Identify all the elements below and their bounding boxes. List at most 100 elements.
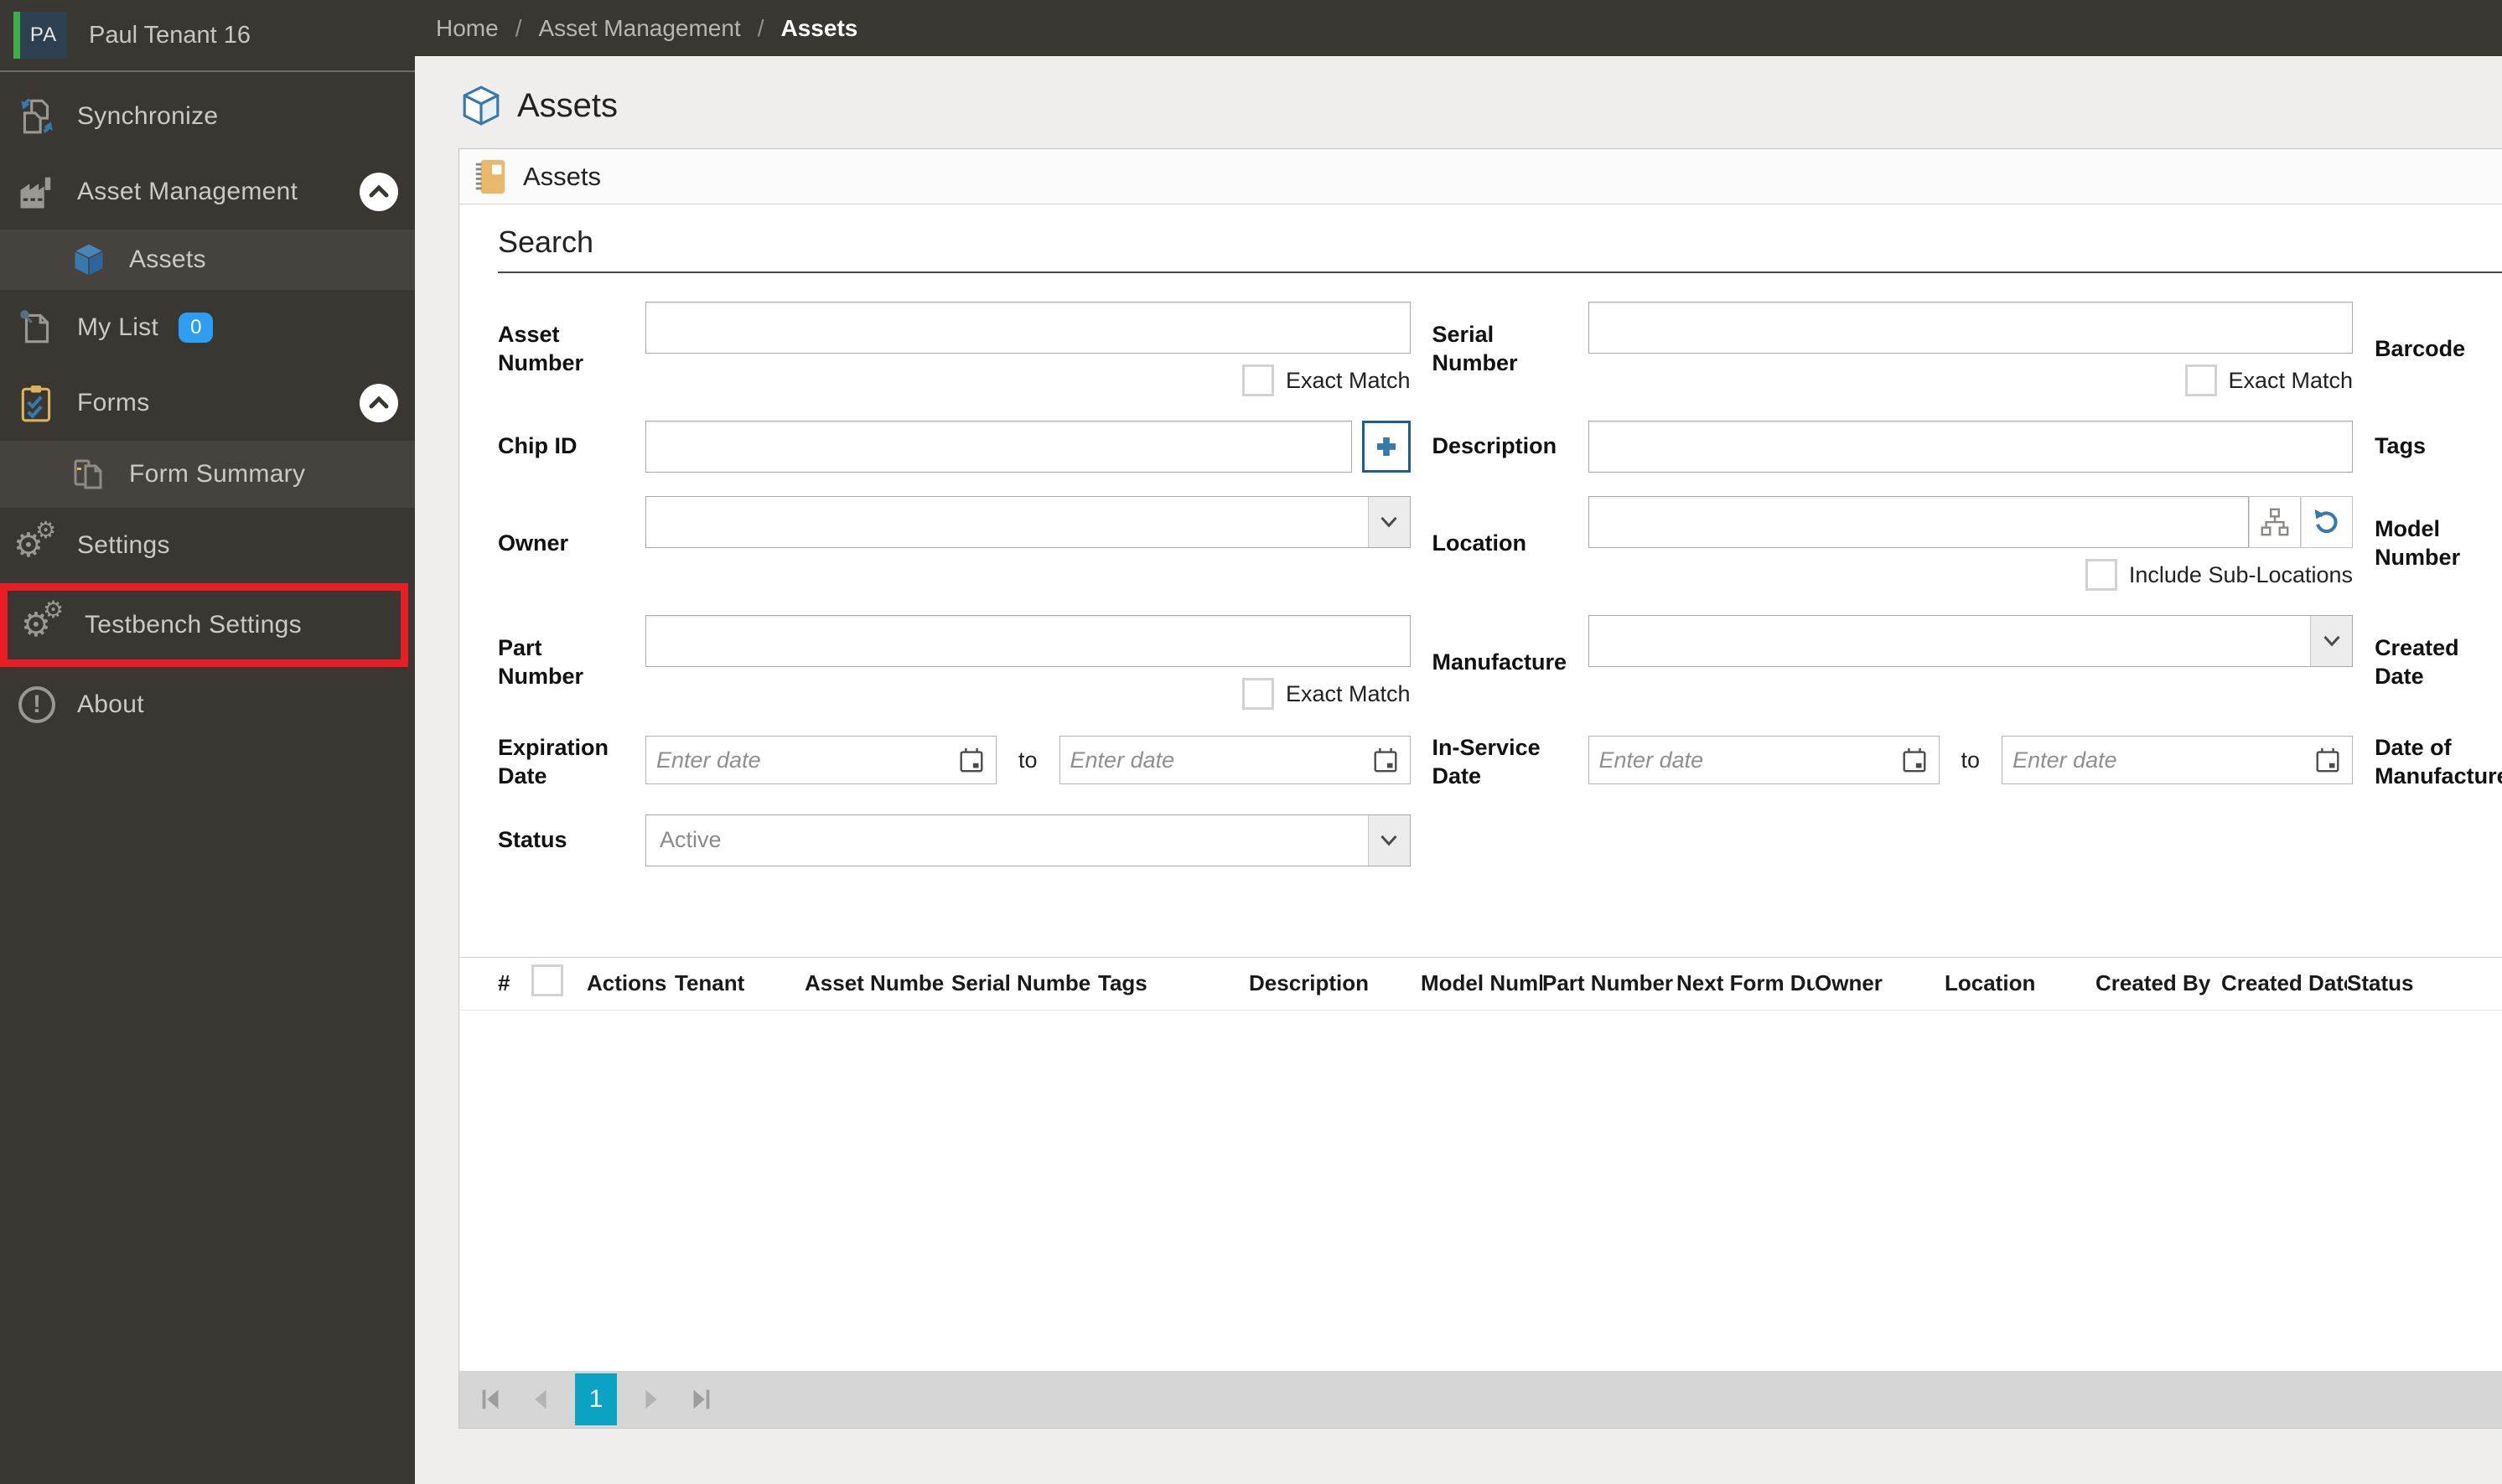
in-service-date-to-field[interactable]	[2002, 736, 2354, 784]
column-header[interactable]: Location	[1945, 970, 2095, 996]
include-sub-locations-label: Include Sub-Locations	[2128, 561, 2354, 587]
calendar-icon[interactable]	[1900, 746, 1929, 774]
serial-number-label: Serial Number	[1432, 322, 1518, 375]
location-label: Location	[1432, 530, 1527, 556]
barcode-label: Barcode	[2375, 336, 2466, 362]
column-header[interactable]: Model Numb	[1421, 970, 1542, 996]
about-icon: !	[15, 683, 59, 726]
search-heading: Search	[498, 225, 2502, 273]
plus-icon	[1376, 437, 1396, 457]
serial-number-exact-match-checkbox[interactable]	[2184, 365, 2217, 396]
next-page-button[interactable]	[634, 1383, 667, 1416]
column-header[interactable]: Description	[1249, 970, 1421, 996]
sidebar-item-synchronize[interactable]: Synchronize	[0, 79, 415, 154]
asset-number-input[interactable]	[645, 302, 1411, 354]
column-header[interactable]: Owner	[1815, 970, 1945, 996]
in-service-date-label: In-Service Date	[1432, 735, 1541, 789]
description-input[interactable]	[1588, 421, 2354, 473]
column-header[interactable]: Part Number	[1542, 970, 1676, 996]
index-column-header[interactable]: #	[498, 970, 531, 996]
part-number-label: Part Number	[498, 635, 584, 689]
factory-icon	[15, 170, 59, 214]
column-header[interactable]: Status	[2347, 970, 2502, 996]
column-header[interactable]: Actions	[587, 970, 675, 996]
sidebar-item-my-list[interactable]: My List 0	[0, 290, 415, 365]
expiration-date-from-field[interactable]	[645, 736, 997, 784]
calendar-icon[interactable]	[2313, 746, 2342, 774]
sidebar-item-asset-management[interactable]: Asset Management	[0, 154, 415, 230]
avatar-initials: PA	[29, 23, 58, 46]
asset-number-exact-match-checkbox[interactable]	[1241, 365, 1274, 396]
sidebar-item-assets[interactable]: Assets	[0, 230, 415, 290]
part-number-exact-match-checkbox[interactable]	[1241, 678, 1274, 710]
assets-panel: Assets Search Asset Number Exact Match S…	[458, 148, 2502, 1429]
avatar-status-bar	[13, 12, 20, 59]
manufacturer-select[interactable]	[1588, 615, 2354, 667]
sidebar-item-label: Synchronize	[77, 102, 219, 130]
column-header[interactable]: Next Form Due	[1676, 970, 1815, 996]
calendar-icon[interactable]	[957, 746, 986, 774]
last-page-button[interactable]	[684, 1383, 717, 1416]
chevron-down-icon[interactable]	[2310, 616, 2353, 666]
collapse-chevron-icon[interactable]	[360, 384, 398, 422]
sidebar-item-form-summary[interactable]: Form Summary	[0, 441, 415, 508]
my-list-count-badge: 0	[179, 313, 214, 343]
synchronize-icon	[15, 95, 59, 138]
chevron-down-icon[interactable]	[1367, 497, 1410, 547]
include-sub-locations-checkbox[interactable]	[2085, 559, 2117, 591]
chip-id-input[interactable]	[645, 421, 1352, 473]
expiration-date-from-input[interactable]	[656, 747, 957, 773]
date-of-manufacture-label: Date of Manufacture	[2375, 735, 2502, 789]
expiration-date-to-input[interactable]	[1070, 747, 1371, 773]
sidebar-item-testbench-settings[interactable]: ⚙ ⚙ Testbench Settings	[8, 591, 401, 659]
select-all-checkbox[interactable]	[531, 964, 563, 996]
expiration-date-label: Expiration Date	[498, 735, 609, 789]
in-service-date-from-field[interactable]	[1588, 736, 1940, 784]
breadcrumb-home[interactable]: Home	[436, 15, 499, 42]
sidebar-item-about[interactable]: ! About	[0, 667, 415, 742]
panel-header: Assets	[459, 149, 2502, 204]
part-number-input[interactable]	[645, 615, 1411, 667]
column-header[interactable]: Tenant	[675, 970, 805, 996]
column-header[interactable]: Created By	[2095, 970, 2221, 996]
undo-icon	[2314, 509, 2338, 534]
sidebar-item-label: Forms	[77, 389, 150, 416]
in-service-date-from-input[interactable]	[1598, 747, 1900, 773]
chip-id-add-button[interactable]	[1361, 421, 1411, 473]
location-hierarchy-button[interactable]	[2249, 496, 2302, 548]
column-header[interactable]: Created Date	[2221, 970, 2347, 996]
tenant-header[interactable]: PA Paul Tenant 16	[0, 0, 415, 72]
sidebar-item-settings[interactable]: ⚙ ⚙ Settings	[0, 508, 415, 583]
sidebar-nav: Synchronize Asset Management Assets My L…	[0, 72, 415, 742]
avatar: PA	[13, 12, 67, 59]
expiration-date-to-field[interactable]	[1059, 736, 1411, 784]
column-header[interactable]: Serial Numbe	[951, 970, 1098, 996]
in-service-date-to-input[interactable]	[2012, 747, 2314, 773]
app-root: PA Paul Tenant 16 Synchronize Asset Mana…	[0, 0, 2502, 1484]
serial-number-input[interactable]	[1588, 302, 2354, 354]
calendar-icon[interactable]	[1371, 746, 1400, 774]
location-reset-button[interactable]	[2301, 496, 2354, 548]
manufacturer-label: Manufacturer	[1432, 649, 1567, 675]
first-page-button[interactable]	[474, 1383, 508, 1416]
collapse-chevron-icon[interactable]	[360, 173, 398, 211]
chevron-down-icon[interactable]	[1367, 814, 1410, 866]
cube-icon	[463, 85, 500, 126]
status-select-value: Active	[660, 827, 722, 852]
page-title-text: Assets	[517, 86, 619, 124]
forms-clipboard-icon	[15, 381, 59, 425]
status-select[interactable]: Active	[645, 814, 1411, 866]
current-page-button[interactable]: 1	[575, 1373, 617, 1425]
to-label: to	[1018, 747, 1038, 773]
owner-select-value	[646, 497, 1368, 547]
owner-select[interactable]	[645, 496, 1411, 548]
sidebar-item-label: Settings	[77, 531, 170, 559]
sidebar-item-forms[interactable]: Forms	[0, 365, 415, 441]
previous-page-button[interactable]	[525, 1383, 558, 1416]
column-header[interactable]: Asset Numbe	[805, 970, 951, 996]
location-input[interactable]	[1588, 496, 2250, 548]
description-label: Description	[1432, 433, 1557, 459]
sidebar-item-label: Assets	[129, 246, 206, 273]
breadcrumb-asset-management[interactable]: Asset Management	[538, 15, 740, 42]
column-header[interactable]: Tags	[1098, 970, 1249, 996]
